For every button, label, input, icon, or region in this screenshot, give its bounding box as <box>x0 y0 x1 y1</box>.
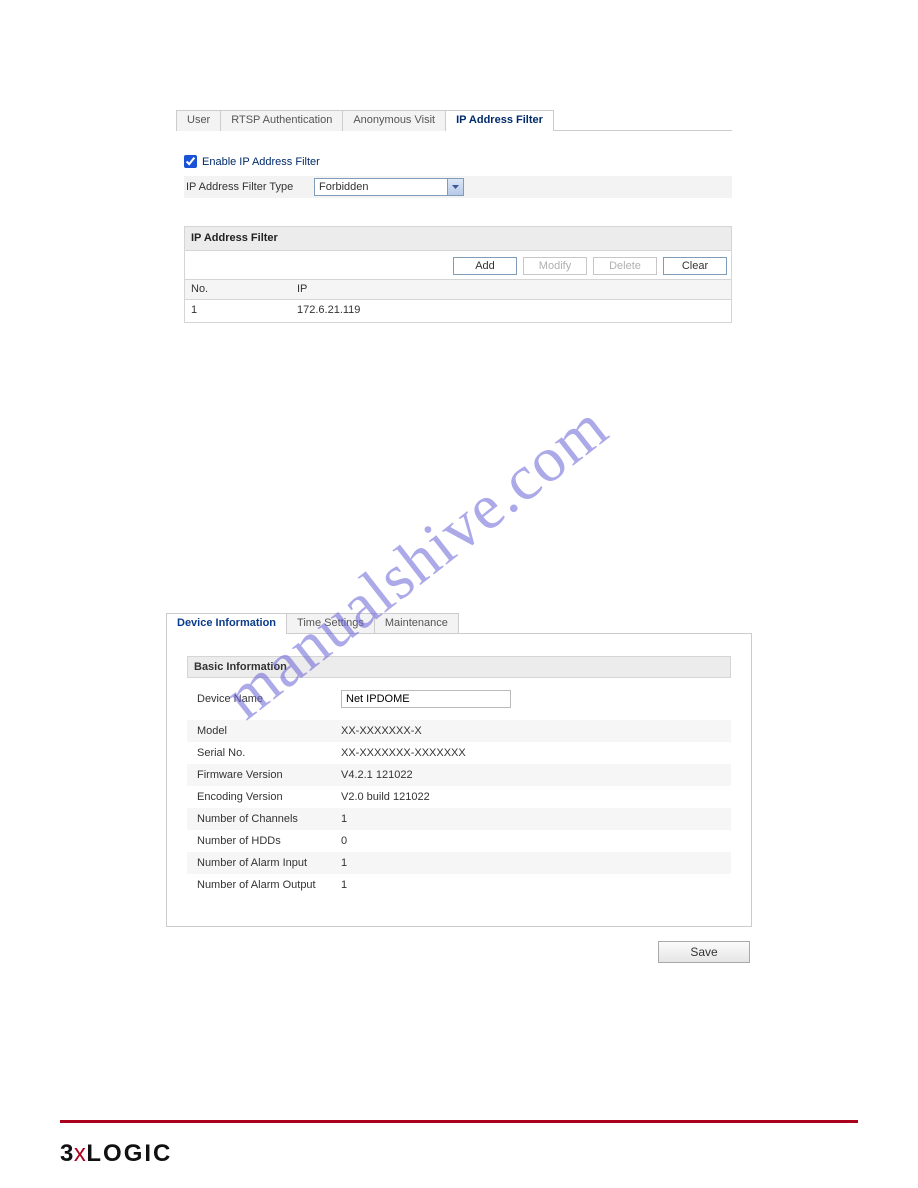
modify-button[interactable]: Modify <box>523 257 587 275</box>
add-button[interactable]: Add <box>453 257 517 275</box>
info-value: 1 <box>341 857 347 869</box>
info-label: Number of HDDs <box>197 835 341 847</box>
delete-button[interactable]: Delete <box>593 257 657 275</box>
info-label: Number of Channels <box>197 813 341 825</box>
tab-row-2: Device Information Time Settings Mainten… <box>166 613 752 634</box>
basic-info-header: Basic Information <box>187 656 731 678</box>
col-no: No. <box>185 283 297 299</box>
cell-ip: 172.6.21.119 <box>297 304 731 322</box>
tab-rtsp[interactable]: RTSP Authentication <box>220 110 343 131</box>
tab-row: User RTSP Authentication Anonymous Visit… <box>176 110 732 131</box>
logo-3: 3 <box>60 1140 73 1167</box>
table-header: No. IP <box>185 280 731 300</box>
info-label: Number of Alarm Input <box>197 857 341 869</box>
ip-filter-section-header: IP Address Filter <box>184 226 732 251</box>
info-value: XX-XXXXXXX-X <box>341 725 422 737</box>
info-value: 1 <box>341 879 347 891</box>
device-info-panel: Device Information Time Settings Mainten… <box>166 613 752 963</box>
logo-x: x <box>74 1140 86 1167</box>
info-row: Number of Alarm Output 1 <box>187 874 731 896</box>
device-name-input[interactable] <box>341 690 511 708</box>
info-value: XX-XXXXXXX-XXXXXXX <box>341 747 466 759</box>
footer-logo: 3xLOGIC <box>60 1140 172 1168</box>
tab-device-info[interactable]: Device Information <box>166 613 287 634</box>
tab-ip-filter[interactable]: IP Address Filter <box>445 110 554 131</box>
info-row: Number of Alarm Input 1 <box>187 852 731 874</box>
info-row: Encoding Version V2.0 build 121022 <box>187 786 731 808</box>
logo-logic: LOGIC <box>86 1140 172 1167</box>
info-label: Number of Alarm Output <box>197 879 341 891</box>
tab-anon[interactable]: Anonymous Visit <box>342 110 446 131</box>
enable-ip-filter-checkbox[interactable] <box>184 155 197 168</box>
info-label: Serial No. <box>197 747 341 759</box>
info-value: V2.0 build 121022 <box>341 791 430 803</box>
info-row: Number of HDDs 0 <box>187 830 731 852</box>
clear-button[interactable]: Clear <box>663 257 727 275</box>
filter-type-label: IP Address Filter Type <box>186 181 314 193</box>
info-row: Firmware Version V4.2.1 121022 <box>187 764 731 786</box>
enable-ip-filter-label: Enable IP Address Filter <box>202 156 320 168</box>
table-row[interactable]: 1 172.6.21.119 <box>185 300 731 322</box>
col-ip: IP <box>297 283 731 299</box>
info-value: V4.2.1 121022 <box>341 769 413 781</box>
ip-filter-button-row: Add Modify Delete Clear <box>184 251 732 280</box>
info-row: Model XX-XXXXXXX-X <box>187 720 731 742</box>
device-name-row: Device Name <box>187 688 731 710</box>
info-label: Encoding Version <box>197 791 341 803</box>
info-value: 1 <box>341 813 347 825</box>
save-button[interactable]: Save <box>658 941 750 963</box>
tab-user[interactable]: User <box>176 110 221 131</box>
ip-filter-table: No. IP 1 172.6.21.119 <box>184 280 732 323</box>
filter-type-value: Forbidden <box>319 181 369 193</box>
info-label: Firmware Version <box>197 769 341 781</box>
info-label: Model <box>197 725 341 737</box>
tab-maintenance[interactable]: Maintenance <box>374 613 459 634</box>
tab-time-settings[interactable]: Time Settings <box>286 613 375 634</box>
info-row: Serial No. XX-XXXXXXX-XXXXXXX <box>187 742 731 764</box>
device-name-label: Device Name <box>197 693 341 705</box>
ip-filter-panel: User RTSP Authentication Anonymous Visit… <box>176 110 732 323</box>
chevron-down-icon <box>447 179 463 195</box>
filter-type-select[interactable]: Forbidden <box>314 178 464 196</box>
cell-no: 1 <box>185 304 297 322</box>
info-row: Number of Channels 1 <box>187 808 731 830</box>
info-value: 0 <box>341 835 347 847</box>
footer-divider <box>60 1120 858 1123</box>
